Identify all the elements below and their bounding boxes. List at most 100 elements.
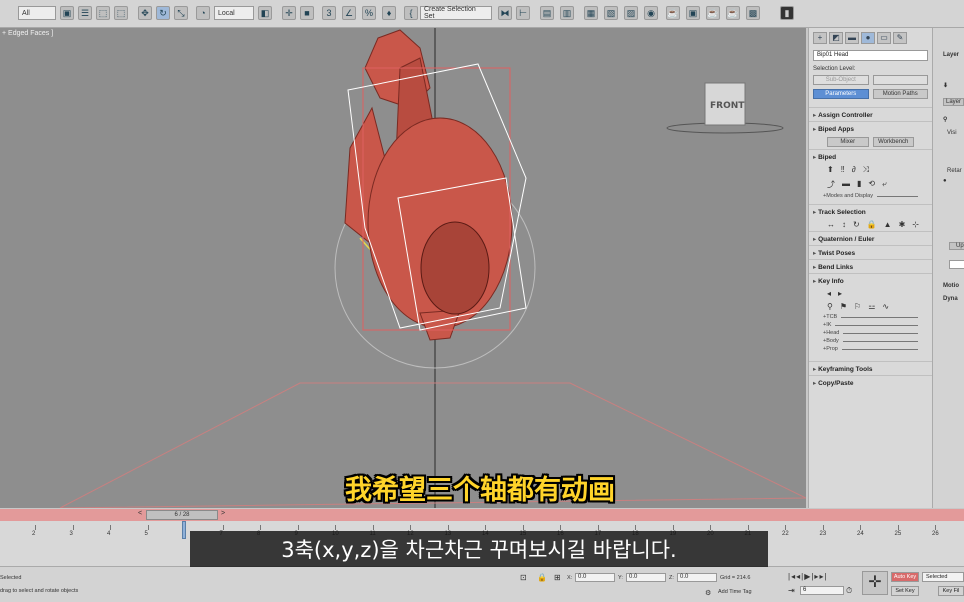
selection-filter-dropdown[interactable]: All	[18, 6, 56, 20]
align-icon[interactable]: ⊢	[516, 6, 530, 20]
key-info-body[interactable]: +Body	[809, 337, 932, 345]
prev-key-icon[interactable]: ◂	[827, 289, 831, 298]
display-tab-icon[interactable]: ▭	[877, 32, 891, 44]
move-all-mode-icon[interactable]: ⤶	[882, 179, 886, 190]
dynamics-rollout-label[interactable]: Dyna	[943, 296, 958, 302]
reference-coord-dropdown[interactable]: Local	[214, 6, 254, 20]
lock-cog-icon[interactable]: 🔒	[867, 220, 877, 229]
biped-rollout[interactable]: Biped	[809, 149, 932, 163]
footstep-mode-icon[interactable]: ‼	[841, 165, 845, 175]
modify-tab-icon[interactable]: ◩	[829, 32, 843, 44]
rect-selection-icon[interactable]: ⬚	[96, 6, 110, 20]
key-filters-button[interactable]: Key Fil	[938, 586, 964, 596]
convert-icon[interactable]: ⟲	[868, 179, 875, 190]
retarget-radio[interactable]: ●	[943, 178, 947, 184]
motion-flow-icon[interactable]: ∂	[852, 165, 856, 175]
render-iterative-icon[interactable]: ☕	[726, 6, 740, 20]
y-coordinate-field[interactable]: 0.0	[626, 573, 666, 582]
select-opposite-icon[interactable]: ✱	[899, 220, 906, 229]
current-frame-marker[interactable]	[182, 521, 186, 539]
key-selection-dropdown[interactable]: Selected	[922, 572, 964, 582]
move-icon[interactable]: ✥	[138, 6, 152, 20]
prev-frame-icon[interactable]: ◂|	[796, 572, 804, 581]
create-tab-icon[interactable]: +	[813, 32, 827, 44]
symmetrical-icon[interactable]: ▲	[884, 220, 892, 229]
rotate-icon[interactable]: ↻	[156, 6, 170, 20]
time-slider-prev[interactable]: <	[138, 510, 142, 517]
workbench-button[interactable]: Workbench	[872, 137, 914, 147]
placement-icon[interactable]: ◔	[196, 6, 210, 20]
render-online-icon[interactable]: ▩	[746, 6, 760, 20]
keyframing-tools-rollout[interactable]: Keyframing Tools	[809, 361, 932, 375]
parameters-button[interactable]: Parameters	[813, 89, 869, 99]
modes-display-row[interactable]: +Modes and Display	[809, 192, 932, 200]
perspective-viewport[interactable]: + Edged Faces ] FRONT	[0, 28, 806, 508]
biped-apps-rollout[interactable]: Biped Apps	[809, 121, 932, 135]
set-sliding-key-icon[interactable]: ⚐	[854, 302, 861, 311]
auto-key-button[interactable]: Auto Key	[891, 572, 919, 582]
layer-button[interactable]: Layer	[943, 98, 964, 106]
named-selection-set-dropdown[interactable]: Create Selection Set	[420, 6, 492, 20]
select-by-name-icon[interactable]: ☰	[78, 6, 92, 20]
copy-paste-rollout[interactable]: Copy/Paste	[809, 375, 932, 389]
time-slider-thumb[interactable]: 6 / 28	[146, 510, 218, 520]
mixer-mode-icon[interactable]: ⤨	[863, 165, 869, 175]
x-coordinate-field[interactable]: 0.0	[575, 573, 615, 582]
current-frame-field[interactable]: 6	[800, 586, 844, 595]
set-key-icon[interactable]: ⚲	[827, 302, 833, 311]
trajectories-icon[interactable]: ∿	[882, 302, 889, 311]
key-info-prop[interactable]: +Prop	[809, 345, 932, 353]
motion-tab-icon[interactable]: ●	[861, 32, 875, 44]
absolute-mode-icon[interactable]: ⊞	[554, 573, 561, 582]
mixer-button[interactable]: Mixer	[827, 137, 869, 147]
time-slider-next[interactable]: >	[221, 510, 225, 517]
assign-controller-rollout[interactable]: Assign Controller	[809, 107, 932, 121]
sub-object-dropdown[interactable]	[872, 75, 928, 85]
object-name-field[interactable]: Bip01 Head	[813, 50, 928, 61]
hierarchy-tab-icon[interactable]: ▬	[845, 32, 859, 44]
keyboard-shortcut-icon[interactable]: ■	[300, 6, 314, 20]
schematic-view-icon[interactable]: ▨	[624, 6, 638, 20]
snap-toggle-icon[interactable]: 3	[322, 6, 336, 20]
hair-model[interactable]	[344, 29, 513, 341]
next-key-icon[interactable]: ▸	[838, 289, 842, 298]
z-coordinate-field[interactable]: 0.0	[677, 573, 717, 582]
retarget-field[interactable]	[949, 260, 964, 269]
load-file-icon[interactable]: ▬	[842, 179, 850, 190]
select-manipulate-icon[interactable]: ✛	[282, 6, 296, 20]
scale-icon[interactable]: ⤡	[174, 6, 188, 20]
track-selection-rollout[interactable]: Track Selection	[809, 204, 932, 218]
angle-snap-icon[interactable]: ∠	[342, 6, 356, 20]
motion-paths-button[interactable]: Motion Paths	[872, 89, 928, 99]
spinner-snap-icon[interactable]: ♦	[382, 6, 396, 20]
body-vertical-icon[interactable]: ↕	[842, 220, 846, 229]
select-object-icon[interactable]: ▣	[60, 6, 74, 20]
isolate-icon[interactable]: ⊡	[520, 573, 527, 582]
percent-snap-icon[interactable]: %	[362, 6, 376, 20]
figure-mode-icon[interactable]: ⬆	[827, 165, 834, 175]
rendered-frame-icon[interactable]: ▣	[686, 6, 700, 20]
go-to-start-icon[interactable]: |◂	[788, 572, 796, 581]
mirror-icon[interactable]: ⧓	[498, 6, 512, 20]
selection-lock-icon[interactable]: 🔒	[537, 573, 547, 582]
sub-object-button[interactable]: Sub-Object	[813, 75, 869, 85]
quaternion-euler-rollout[interactable]: Quaternion / Euler	[809, 231, 932, 245]
render-production-icon[interactable]: ☕	[706, 6, 720, 20]
motion-rollout-label[interactable]: Motio	[943, 283, 959, 289]
layer-explorer-icon[interactable]: ▥	[560, 6, 574, 20]
twist-poses-rollout[interactable]: Twist Poses	[809, 245, 932, 259]
time-tag-icon[interactable]: ⚙	[705, 589, 711, 597]
key-info-tcb[interactable]: +TCB	[809, 313, 932, 321]
time-config-icon[interactable]: ⏱	[846, 586, 852, 596]
key-info-rollout[interactable]: Key Info	[809, 273, 932, 287]
select-children-icon[interactable]: ⊹	[912, 220, 919, 229]
default-in-out-tangent-icon[interactable]: ✛	[862, 571, 888, 595]
pivot-icon[interactable]: ◧	[258, 6, 272, 20]
body-rotation-icon[interactable]: ↻	[853, 220, 860, 229]
utilities-tab-icon[interactable]: ✎	[893, 32, 907, 44]
bend-links-rollout[interactable]: Bend Links	[809, 259, 932, 273]
layer-key-icon[interactable]: ⚲	[943, 116, 947, 123]
key-mode-icon[interactable]: ⇥	[788, 586, 795, 595]
edit-named-selection-icon[interactable]: {	[404, 6, 418, 20]
toggle-ribbon-icon[interactable]: ▦	[584, 6, 598, 20]
